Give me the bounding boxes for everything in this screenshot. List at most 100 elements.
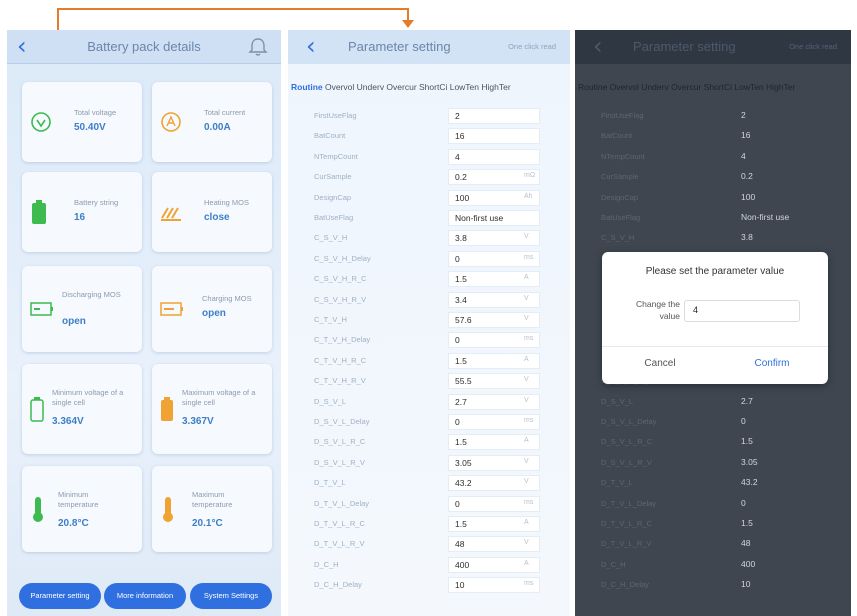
parameter-label: D_S_V_L_R_V (601, 457, 652, 467)
card-label: Battery string (74, 198, 119, 207)
parameter-row[interactable]: D_S_V_L 2.7 V (288, 392, 570, 412)
parameter-row: FirstUseFlag 2 (575, 106, 851, 126)
parameter-value-field: 3.05 (735, 455, 827, 471)
card-label: Minimum voltage of a single cell (52, 388, 124, 407)
parameter-unit: A (524, 437, 529, 445)
parameter-label: CurSample (314, 172, 352, 182)
card-total-current: Total current 0.00A (152, 82, 272, 162)
parameter-row: D_C_H 400 (575, 555, 851, 575)
parameter-row: D_S_V_L_R_C 1.5 (575, 432, 851, 452)
parameter-row[interactable]: C_T_V_H_R_V 55.5 V (288, 371, 570, 391)
parameter-row[interactable]: D_T_V_L_Delay 0 ms (288, 494, 570, 514)
one-click-read-button[interactable]: One click read (789, 42, 837, 51)
parameter-row[interactable]: D_C_H 400 A (288, 555, 570, 575)
chevron-left-icon[interactable]: ‹ (306, 34, 328, 58)
parameter-label: C_T_V_H_R_V (314, 376, 366, 386)
parameter-label: D_S_V_L_Delay (314, 417, 370, 426)
bell-icon[interactable] (247, 36, 269, 58)
parameter-row[interactable]: BatUseFlag Non-first use (288, 208, 570, 228)
parameter-value-field[interactable]: 2 (448, 108, 540, 124)
parameter-label: FirstUseFlag (314, 111, 357, 120)
parameter-row: DesignCap 100 (575, 188, 851, 208)
parameter-unit: V (524, 457, 529, 465)
parameter-value: 100 (455, 192, 470, 203)
parameter-row[interactable]: D_S_V_L_Delay 0 ms (288, 412, 570, 432)
parameter-row[interactable]: D_T_V_L 43.2 V (288, 473, 570, 493)
chevron-left-icon[interactable]: ‹ (593, 34, 615, 58)
heating-icon (161, 207, 181, 221)
parameter-value-field: 2 (735, 108, 827, 124)
parameter-value: Non-first use (741, 212, 790, 222)
more-information-button[interactable]: More information (104, 583, 186, 609)
parameter-label: D_S_V_L (314, 396, 347, 406)
parameter-unit: ms (524, 335, 534, 343)
parameter-label: D_C_H_Delay (314, 580, 362, 590)
card-value: 50.40V (74, 122, 106, 133)
parameter-value: Non-first use (455, 213, 504, 223)
parameter-value: 3.8 (741, 232, 753, 243)
change-value-input[interactable]: 4 (684, 300, 800, 322)
parameter-value: 1.5 (455, 519, 467, 529)
tab-routine[interactable]: Routine (291, 82, 323, 92)
parameter-label: D_S_V_L_R_C (601, 437, 653, 447)
card-label: Minimum temperature (58, 490, 99, 509)
parameter-row[interactable]: C_S_V_H 3.8 V (288, 228, 570, 248)
parameter-unit: V (524, 376, 529, 384)
parameter-value-field[interactable]: 16 (448, 128, 540, 145)
parameter-row[interactable]: DesignCap 100 Ah (288, 188, 570, 208)
thermometer-high-icon (163, 497, 173, 522)
parameter-unit: A (524, 274, 529, 282)
parameter-row[interactable]: C_T_V_H_R_C 1.5 A (288, 351, 570, 371)
tab-others[interactable]: Overvol Underv Overcur ShortCi LowTen Hi… (325, 82, 511, 92)
parameter-value-field[interactable]: Non-first use (448, 210, 540, 226)
parameter-label: BatUseFlag (314, 213, 354, 222)
one-click-read-button[interactable]: One click read (508, 42, 556, 51)
parameter-value-field: 400 (735, 557, 827, 573)
parameter-label: C_T_V_H (314, 315, 347, 324)
parameter-row[interactable]: BatCount 16 (288, 126, 570, 146)
parameter-value: 1.5 (741, 436, 753, 447)
parameter-label: BatUseFlag (601, 213, 641, 222)
parameter-label: DesignCap (601, 192, 639, 202)
parameter-value-field: 10 (735, 577, 827, 593)
parameter-label: D_T_V_L_Delay (314, 498, 370, 508)
card-total-voltage: Total voltage 50.40V (22, 82, 142, 162)
parameter-row[interactable]: NTempCount 4 (288, 147, 570, 167)
system-settings-button[interactable]: System Settings (190, 583, 272, 609)
confirm-button[interactable]: Confirm (732, 358, 812, 369)
parameter-value-field: 100 (735, 190, 827, 206)
parameter-row[interactable]: FirstUseFlag 2 (288, 106, 570, 126)
card-charging-mos: Charging MOS open (152, 266, 272, 352)
parameter-value-field: 1.5 (735, 434, 827, 450)
parameter-label: NTempCount (314, 151, 358, 161)
parameter-row[interactable]: C_S_V_H_Delay 0 ms (288, 249, 570, 269)
set-value-dialog: Please set the parameter value Change th… (602, 252, 828, 384)
parameter-value: 2 (455, 111, 460, 121)
parameter-value: 3.05 (741, 456, 758, 467)
parameter-row[interactable]: CurSample 0.2 mΩ (288, 167, 570, 187)
parameter-row[interactable]: C_S_V_H_R_C 1.5 A (288, 269, 570, 289)
card-label: Heating MOS (204, 198, 250, 207)
cancel-button[interactable]: Cancel (620, 358, 700, 369)
parameter-row[interactable]: D_T_V_L_R_V 48 V (288, 534, 570, 554)
parameter-label: C_S_V_H_Delay (314, 253, 371, 263)
parameter-value-field: 0 (735, 414, 827, 430)
parameter-row[interactable]: C_S_V_H_R_V 3.4 V (288, 290, 570, 310)
parameter-tabs[interactable]: Routine Overvol Underv Overcur ShortCi L… (578, 82, 795, 92)
parameter-row[interactable]: D_S_V_L_R_V 3.05 V (288, 453, 570, 473)
parameter-value: 0 (741, 416, 746, 426)
parameter-row[interactable]: C_T_V_H 57.6 V (288, 310, 570, 330)
parameter-row[interactable]: D_S_V_L_R_C 1.5 A (288, 432, 570, 452)
parameter-row[interactable]: D_C_H_Delay 10 ms (288, 575, 570, 595)
annotation-arrow-horizontal (57, 8, 409, 10)
parameter-value: 10 (741, 579, 751, 590)
parameter-setting-button[interactable]: Parameter setting (19, 583, 101, 609)
parameter-row[interactable]: D_T_V_L_R_C 1.5 A (288, 514, 570, 534)
parameter-row[interactable]: C_T_V_H_Delay 0 ms (288, 330, 570, 350)
parameter-row: D_T_V_L_R_V 48 (575, 534, 851, 554)
card-value: 3.367V (182, 416, 214, 427)
parameter-value-field[interactable]: 4 (448, 148, 540, 165)
parameter-value: 55.5 (455, 376, 472, 387)
parameter-row: D_S_V_L 2.7 (575, 392, 851, 412)
parameter-label: D_C_H (314, 559, 339, 569)
